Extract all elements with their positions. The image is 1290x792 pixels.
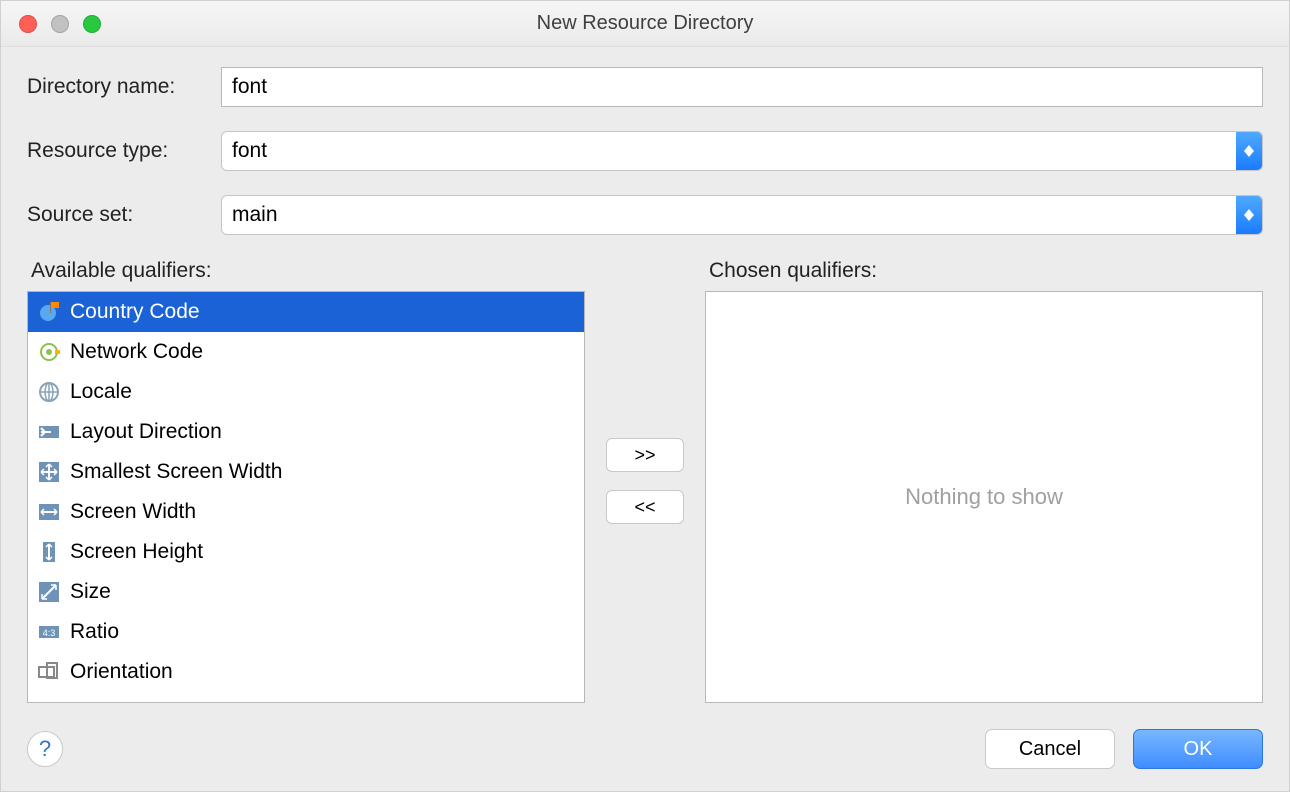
resource-type-select[interactable]: font [221,131,1263,171]
available-qualifier-item[interactable]: Layout Direction [28,412,584,452]
available-qualifier-label: Size [70,580,111,604]
resource-type-value: font [232,139,1236,163]
available-qualifier-label: Network Code [70,340,203,364]
available-qualifier-label: Layout Direction [70,420,222,444]
cancel-button[interactable]: Cancel [985,729,1115,769]
ok-button[interactable]: OK [1133,729,1263,769]
available-qualifiers-column: Available qualifiers: Country Code Networ… [27,259,585,703]
screen-smallest-icon [36,459,62,485]
ratio-icon: 4:3 [36,619,62,645]
available-qualifier-label: Country Code [70,300,200,324]
dialog-footer: ? Cancel OK [1,715,1289,791]
screen-height-icon [36,539,62,565]
directory-name-input[interactable] [221,67,1263,107]
remove-qualifier-button[interactable]: << [606,490,684,524]
chosen-qualifiers-column: Chosen qualifiers: Nothing to show [705,259,1263,703]
traffic-lights [19,15,101,33]
chosen-empty-placeholder: Nothing to show [706,292,1262,702]
source-set-select[interactable]: main [221,195,1263,235]
dialog-window: New Resource Directory Directory name: R… [0,0,1290,792]
add-qualifier-button[interactable]: >> [606,438,684,472]
available-qualifier-item[interactable]: 4:3 Ratio [28,612,584,652]
source-set-row: Source set: main [27,195,1263,235]
available-qualifier-item[interactable]: Smallest Screen Width [28,452,584,492]
available-qualifier-label: Ratio [70,620,119,644]
select-stepper-icon [1236,132,1262,170]
help-button[interactable]: ? [27,731,63,767]
close-window-button[interactable] [19,15,37,33]
available-qualifier-item[interactable]: Size [28,572,584,612]
available-qualifier-item[interactable]: Screen Width [28,492,584,532]
dialog-content: Directory name: Resource type: font Sour… [1,47,1289,715]
available-qualifier-label: Screen Height [70,540,203,564]
globe-icon [36,379,62,405]
available-qualifier-label: Orientation [70,660,173,684]
svg-text:4:3: 4:3 [43,628,56,638]
window-title: New Resource Directory [1,12,1289,35]
network-icon [36,339,62,365]
chosen-qualifiers-label: Chosen qualifiers: [705,259,1263,283]
globe-flag-icon [36,299,62,325]
select-stepper-icon [1236,196,1262,234]
available-qualifiers-list[interactable]: Country Code Network Code Locale Layout Dir… [27,291,585,703]
qualifiers-section: Available qualifiers: Country Code Networ… [27,259,1263,703]
available-qualifier-label: Screen Width [70,500,196,524]
source-set-value: main [232,203,1236,227]
available-qualifier-label: Smallest Screen Width [70,460,282,484]
source-set-label: Source set: [27,203,221,227]
screen-width-icon [36,499,62,525]
available-qualifiers-label: Available qualifiers: [27,259,585,283]
available-qualifier-item[interactable]: Locale [28,372,584,412]
resource-type-row: Resource type: font [27,131,1263,171]
move-buttons-column: >> << [605,259,685,703]
available-qualifier-item[interactable]: Screen Height [28,532,584,572]
size-icon [36,579,62,605]
maximize-window-button[interactable] [83,15,101,33]
available-qualifier-item[interactable]: Orientation [28,652,584,692]
chosen-qualifiers-list[interactable]: Nothing to show [705,291,1263,703]
available-qualifier-item[interactable]: Country Code [28,292,584,332]
resource-type-label: Resource type: [27,139,221,163]
available-qualifier-label: Locale [70,380,132,404]
directory-name-row: Directory name: [27,67,1263,107]
minimize-window-button[interactable] [51,15,69,33]
available-qualifier-item[interactable]: Network Code [28,332,584,372]
titlebar: New Resource Directory [1,1,1289,47]
orientation-icon [36,659,62,685]
directory-name-label: Directory name: [27,75,221,99]
direction-icon [36,419,62,445]
